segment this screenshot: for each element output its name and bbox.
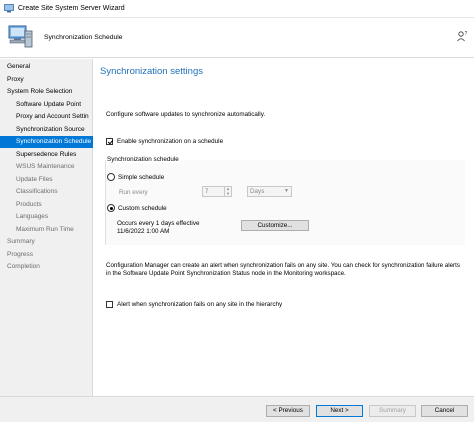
- nav-item-general[interactable]: General: [0, 61, 93, 73]
- enable-schedule-checkbox[interactable]: [106, 138, 113, 145]
- next-button[interactable]: Next >: [316, 405, 363, 417]
- wizard-footer: < Previous Next > Summary Cancel: [0, 396, 474, 422]
- computer-icon: [4, 4, 14, 13]
- nav-item-wsus-maintenance: WSUS Maintenance: [16, 163, 75, 170]
- nav-item-synchronization-schedule[interactable]: Synchronization Schedule: [0, 136, 93, 148]
- run-every-unit-select[interactable]: Days ▼: [247, 186, 292, 197]
- previous-button[interactable]: < Previous: [266, 405, 310, 417]
- run-every-label: Run every: [119, 189, 148, 196]
- help-person-icon[interactable]: ?: [456, 30, 468, 42]
- summary-button: Summary: [369, 405, 416, 417]
- nav-item-update-files: Update Files: [16, 175, 53, 183]
- nav-item-proxy[interactable]: Proxy: [0, 74, 93, 86]
- custom-schedule-label[interactable]: Custom schedule: [118, 205, 167, 212]
- nav-item-software-update-point[interactable]: Software Update Point: [0, 99, 93, 111]
- nav-item-system-role-selection[interactable]: System Role Selection: [0, 86, 93, 98]
- server-computer-icon: [8, 25, 33, 48]
- nav-item-languages: Languages: [16, 213, 49, 220]
- nav-item-completion: Completion: [7, 263, 40, 270]
- svg-text:?: ?: [465, 31, 468, 37]
- nav-item-proxy-account-settings[interactable]: Proxy and Account Settin: [0, 111, 93, 123]
- simple-schedule-radio[interactable]: [107, 173, 115, 181]
- customize-button[interactable]: Customize...: [241, 220, 309, 231]
- stepper-buttons[interactable]: ▲ ▼: [224, 186, 231, 197]
- schedule-group-title: Synchronization schedule: [106, 156, 180, 163]
- title-bar: Create Site System Server Wizard: [0, 0, 474, 18]
- chevron-down-icon: ▼: [284, 188, 289, 194]
- nav-item-summary: Summary: [7, 238, 35, 245]
- window-title: Create Site System Server Wizard: [18, 5, 125, 12]
- nav-item-classifications: Classifications: [16, 188, 58, 195]
- wizard-header: Synchronization Schedule ?: [0, 18, 474, 58]
- nav-item-supersedence-rules[interactable]: Supersedence Rules: [0, 149, 93, 161]
- alert-description: Configuration Manager can create an aler…: [106, 262, 460, 277]
- alert-on-failure-label[interactable]: Alert when synchronization fails on any …: [117, 301, 282, 308]
- nav-item-products: Products: [16, 200, 42, 208]
- custom-schedule-radio[interactable]: [107, 204, 115, 212]
- run-every-value: 7: [205, 188, 209, 195]
- enable-schedule-label[interactable]: Enable synchronization on a schedule: [117, 138, 223, 145]
- simple-schedule-label[interactable]: Simple schedule: [118, 174, 164, 181]
- description-text: Configure software updates to synchroniz…: [106, 111, 266, 118]
- nav-item-progress: Progress: [7, 250, 34, 258]
- nav-item-synchronization-source[interactable]: Synchronization Source: [0, 124, 93, 136]
- settings-panel: Synchronization settings Configure softw…: [94, 59, 474, 396]
- chevron-down-icon[interactable]: ▼: [225, 191, 231, 197]
- alert-on-failure-checkbox[interactable]: [106, 301, 113, 308]
- section-title: Synchronization settings: [100, 66, 203, 77]
- schedule-summary-text: Occurs every 1 days effective 11/6/2022 …: [117, 220, 200, 235]
- nav-item-maximum-run-time: Maximum Run Time: [16, 225, 74, 233]
- cancel-button[interactable]: Cancel: [421, 405, 468, 417]
- page-title: Synchronization Schedule: [44, 34, 123, 41]
- run-every-unit-value: Days: [250, 188, 265, 195]
- run-every-stepper[interactable]: 7 ▲ ▼: [202, 186, 232, 197]
- wizard-navigation: General Proxy System Role Selection Soft…: [0, 59, 93, 396]
